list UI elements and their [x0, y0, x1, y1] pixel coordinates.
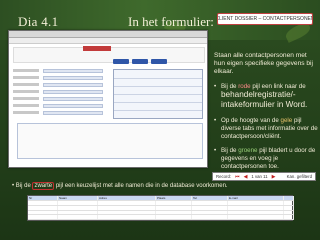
slide-heading: In het formulier:	[128, 14, 214, 29]
table-cell	[156, 201, 192, 205]
subform-grid[interactable]	[113, 69, 203, 119]
table-header-cell: Tel	[192, 196, 228, 200]
table-header-cell: E-mail	[228, 196, 284, 200]
table-cell	[192, 205, 228, 210]
window-menubar	[9, 38, 207, 44]
bullet-highlight-yellow: gele	[280, 117, 293, 125]
table-cell	[284, 205, 294, 210]
table-cell	[284, 215, 294, 219]
field-label	[13, 111, 39, 114]
previous-record-icon[interactable]: ◀	[244, 174, 248, 180]
table-cell	[228, 205, 284, 210]
table-cell	[156, 210, 192, 215]
notes-area[interactable]	[17, 123, 203, 159]
field-label	[13, 97, 39, 100]
table-cell	[156, 215, 192, 219]
table-cell	[192, 201, 228, 205]
grid-line	[114, 94, 202, 95]
grid-line	[114, 86, 202, 87]
bullet-emphasis: behandelregistratie/-intakeformulier in …	[221, 90, 308, 110]
bullet-prefix: Bij de	[221, 82, 237, 90]
table-header-cell: Plaats	[156, 196, 192, 200]
bottom-prefix: Bij de	[15, 183, 31, 189]
bullet-prefix: Op de hoogte van de	[221, 117, 279, 125]
form-button[interactable]	[113, 59, 129, 64]
table-cell	[192, 210, 228, 215]
form-field[interactable]	[43, 69, 103, 73]
table-cell	[228, 215, 284, 219]
red-tab-marker	[83, 46, 111, 51]
bottom-bullet: • Bij de zwarte pijl een keuzelijst met …	[12, 182, 312, 190]
name-dropdown-list[interactable]: Nr Naam Adres Plaats Tel E-mail	[27, 195, 294, 221]
table-cell	[58, 215, 98, 219]
form-field[interactable]	[43, 104, 103, 108]
field-label	[13, 90, 39, 93]
field-label	[13, 83, 39, 86]
field-label	[13, 104, 39, 107]
table-cell	[98, 215, 156, 219]
table-cell	[58, 205, 98, 210]
callout-label: CLIENT DOSSIER – CONTACTPERSONEN	[217, 13, 313, 25]
table-cell	[98, 210, 156, 215]
record-navigation[interactable]: Record: ⏮ ◀ 1 van 11 ▶ Kan. gefilterd	[212, 172, 316, 181]
next-record-icon[interactable]: ▶	[272, 174, 276, 180]
bottom-suffix: pijl een keuzelijst met alle namen die i…	[55, 183, 228, 189]
form-field[interactable]	[43, 111, 103, 115]
grid-line	[114, 78, 202, 79]
table-header-cell	[284, 196, 294, 200]
table-cell	[28, 210, 58, 215]
form-button[interactable]	[151, 59, 167, 64]
table-cell	[98, 201, 156, 205]
table-cell	[58, 210, 98, 215]
table-cell	[58, 201, 98, 205]
table-header-cell: Adres	[98, 196, 156, 200]
bullet-green: Bij de groene pijl bladert u door de geg…	[214, 147, 318, 170]
table-cell	[28, 201, 58, 205]
bottom-highlight-black: zwarte	[32, 182, 55, 190]
bullet-prefix: Bij de	[221, 147, 237, 155]
form-field[interactable]	[43, 76, 103, 80]
table-cell	[228, 210, 284, 215]
window-titlebar	[9, 31, 207, 38]
table-cell	[28, 205, 58, 210]
grid-line	[114, 110, 202, 111]
table-cell	[284, 201, 294, 205]
form-field[interactable]	[43, 90, 103, 94]
table-row[interactable]	[28, 215, 294, 220]
table-cell	[228, 201, 284, 205]
grid-line	[114, 102, 202, 103]
bullet-suffix: pijl bladert u door de gegevens en voeg …	[221, 147, 316, 170]
slide-title: Dia 4.1	[18, 14, 59, 29]
form-screenshot	[8, 30, 208, 168]
table-header-cell: Nr	[28, 196, 58, 200]
table-cell	[98, 205, 156, 210]
table-cell	[28, 215, 58, 219]
form-button[interactable]	[132, 59, 148, 64]
bullet-suffix: pijl een link naar de	[252, 82, 306, 90]
bullet-highlight-green: groene	[238, 147, 258, 155]
bullet-red: Bij de rode pijl een link naar de behand…	[214, 83, 318, 110]
record-label: Record:	[216, 174, 232, 179]
filter-status[interactable]: Kan. gefilterd	[287, 174, 312, 179]
form-field[interactable]	[43, 83, 103, 87]
explanation-panel: Staan alle contactpersonen met hun eigen…	[214, 30, 318, 172]
field-label	[13, 76, 39, 79]
table-cell	[156, 205, 192, 210]
table-cell	[284, 210, 294, 215]
bullet-yellow: Op de hoogte van de gele pijl diverse ta…	[214, 117, 318, 140]
table-cell	[192, 215, 228, 219]
first-record-icon[interactable]: ⏮	[235, 174, 240, 180]
record-info: 1 van 11	[251, 174, 268, 179]
bullet-highlight-red: rode	[238, 82, 251, 90]
field-label	[13, 69, 39, 72]
table-header-cell: Naam	[58, 196, 98, 200]
form-field[interactable]	[43, 97, 103, 101]
lead-text: Staan alle contactpersonen met hun eigen…	[214, 52, 313, 76]
